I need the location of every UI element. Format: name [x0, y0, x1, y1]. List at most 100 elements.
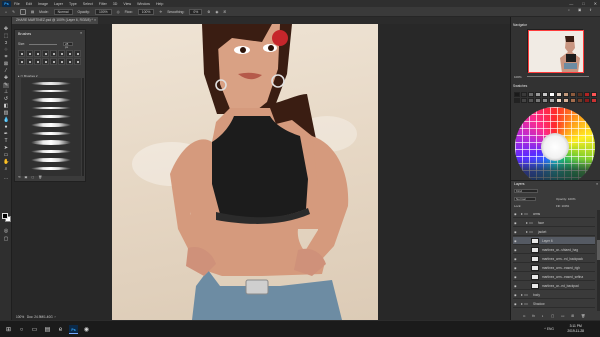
brush-stroke-preview[interactable] [31, 167, 71, 170]
layer-row[interactable]: ◉ Layer 6 [513, 237, 595, 245]
menu-select[interactable]: Select [83, 2, 93, 6]
swatch[interactable] [521, 92, 527, 97]
layers-tab[interactable]: Layers [514, 182, 525, 186]
brush-preset[interactable] [26, 58, 33, 65]
brush-preset-picker[interactable] [19, 8, 26, 15]
brush-stroke-preview[interactable] [31, 90, 71, 92]
file-explorer-icon[interactable]: ▤ [43, 325, 52, 334]
blur-tool-icon[interactable]: 💧 [3, 118, 9, 123]
clock[interactable]: 3:11 PM 2019-11-28 [567, 324, 584, 333]
dodge-tool-icon[interactable]: ● [3, 125, 9, 130]
swatch[interactable] [549, 98, 555, 103]
brush-preset[interactable] [26, 50, 33, 57]
navigator-zoom[interactable]: 100% [514, 75, 522, 79]
more-tools-icon[interactable]: ⋯ [3, 177, 9, 182]
start-icon[interactable]: ⊞ [4, 325, 13, 334]
healing-tool-icon[interactable]: ✚ [3, 76, 9, 81]
blend-mode-select[interactable]: Normal [514, 197, 536, 201]
system-tray[interactable]: ^ ENG [544, 327, 554, 331]
lasso-tool-icon[interactable]: ↄ [3, 41, 9, 46]
layer-row[interactable]: ◉ martinez_ar...shtaed_hag [513, 246, 595, 254]
brush-preset[interactable] [42, 50, 49, 57]
layer-kind-filter[interactable]: Kind [514, 189, 538, 193]
visibility-eye-icon[interactable]: ◉ [514, 230, 517, 234]
swatch[interactable] [535, 92, 541, 97]
workspace-icon[interactable]: ▣ [578, 8, 581, 12]
brush-preset[interactable] [66, 58, 73, 65]
edge-icon[interactable]: e [56, 325, 65, 334]
visibility-eye-icon[interactable]: ◉ [514, 266, 517, 270]
panel-menu-icon[interactable]: ≡ [596, 182, 598, 186]
navigator-tab[interactable]: Navigator [513, 23, 527, 28]
photoshop-icon[interactable]: Ps [69, 325, 78, 334]
swatch[interactable] [535, 98, 541, 103]
visibility-eye-icon[interactable]: ◉ [514, 284, 517, 288]
color-wheel-swatches[interactable] [515, 107, 595, 187]
brush-preset[interactable] [58, 58, 65, 65]
search-icon[interactable]: ⌕ [568, 8, 570, 12]
brush-preset[interactable] [34, 58, 41, 65]
panel-menu-icon[interactable]: ≡ [80, 31, 82, 35]
opacity-field[interactable]: 100% [94, 8, 112, 15]
foreground-color[interactable] [2, 213, 8, 219]
minimize-button[interactable]: — [569, 0, 573, 7]
task-view-icon[interactable]: ▭ [30, 325, 39, 334]
quick-select-tool-icon[interactable]: ⁘ [3, 48, 9, 53]
swatch[interactable] [563, 98, 569, 103]
swatch[interactable] [528, 98, 534, 103]
flow-field[interactable]: 100% [137, 8, 155, 15]
layer-group-row[interactable]: ◉ ▸ ▭ Shadow [513, 300, 595, 308]
visibility-eye-icon[interactable]: ◉ [514, 275, 517, 279]
brush-preset[interactable] [42, 58, 49, 65]
folder-icon[interactable]: ▸ ▭ [521, 211, 528, 217]
brush-stroke-preview[interactable] [31, 107, 71, 109]
menu-edit[interactable]: Edit [26, 2, 32, 6]
airbrush-icon[interactable]: ✈ [159, 10, 162, 14]
swatch[interactable] [542, 98, 548, 103]
navigator-view-box[interactable] [528, 30, 584, 73]
new-layer-icon[interactable]: ⊞ [571, 314, 574, 318]
swatch[interactable] [514, 92, 520, 97]
mask-icon[interactable]: ◐ [542, 314, 544, 318]
layer-row[interactable]: ◉ martinez_arm...ed_backpack [513, 255, 595, 263]
brush-preset[interactable] [50, 50, 57, 57]
layer-fill[interactable]: Fill: 100% [556, 204, 569, 208]
swatch[interactable] [556, 98, 562, 103]
status-menu-icon[interactable]: › [54, 315, 55, 319]
layer-row[interactable]: ◉ martinez_arm...eased_sefina [513, 273, 595, 281]
brush-preset[interactable] [34, 50, 41, 57]
menu-layer[interactable]: Layer [54, 2, 63, 6]
swatch[interactable] [570, 98, 576, 103]
brush-stroke-preview[interactable] [31, 123, 71, 127]
layer-group-row[interactable]: ◉ ▸ ▭ face [513, 219, 595, 227]
swatch[interactable] [528, 92, 534, 97]
close-tab-icon[interactable]: × [94, 17, 96, 24]
layer-group-row[interactable]: ◉ ▸ ▭ body [513, 291, 595, 299]
move-tool-icon[interactable]: ✥ [3, 27, 9, 32]
swatch[interactable] [591, 92, 597, 97]
home-icon[interactable]: ⌂ [5, 10, 7, 14]
visibility-eye-icon[interactable]: ◉ [514, 248, 517, 252]
swatch[interactable] [570, 92, 576, 97]
zoom-tool-icon[interactable]: ⌕ [3, 167, 9, 172]
folder-icon[interactable]: ▸ ▭ [526, 220, 533, 226]
search-icon[interactable]: ○ [17, 325, 26, 334]
new-brush-icon[interactable]: ▢ [31, 175, 34, 179]
obs-icon[interactable]: ◉ [82, 325, 91, 334]
menu-file[interactable]: File [14, 2, 20, 6]
brush-preset[interactable] [58, 50, 65, 57]
brush-preset[interactable] [74, 50, 81, 57]
menu-filter[interactable]: Filter [99, 2, 107, 6]
swatch[interactable] [577, 98, 583, 103]
folder-icon[interactable]: ▸ ▭ [526, 229, 533, 235]
crop-tool-icon[interactable]: ⌗ [3, 55, 9, 60]
document-canvas[interactable] [112, 24, 378, 320]
gradient-tool-icon[interactable]: ▥ [3, 111, 9, 116]
brush-stroke-preview[interactable] [31, 158, 71, 162]
brush-preset[interactable] [18, 58, 25, 65]
brush-settings-icon[interactable]: ▣ [25, 175, 28, 179]
swatch[interactable] [584, 92, 590, 97]
pressure-opacity-icon[interactable]: ◎ [117, 10, 120, 14]
brush-stroke-preview[interactable] [31, 140, 71, 145]
group-icon[interactable]: ▭ [561, 314, 564, 318]
